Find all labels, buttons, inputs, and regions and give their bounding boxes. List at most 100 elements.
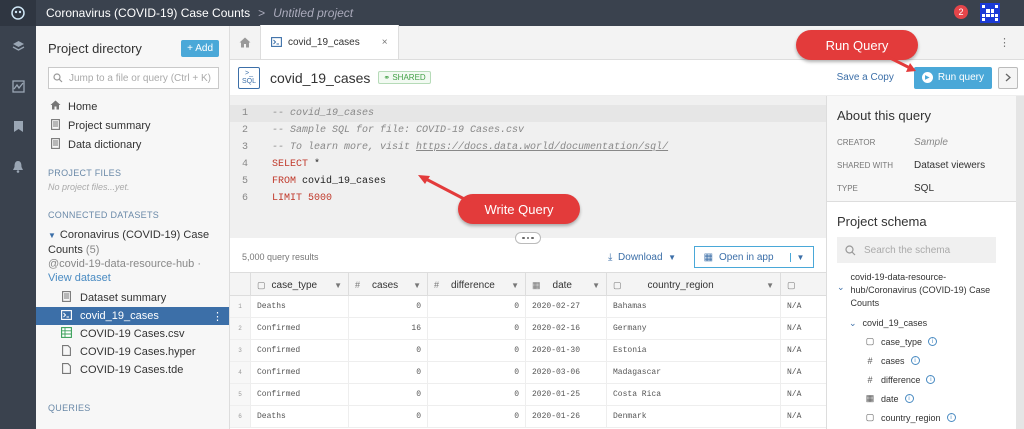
column-header-case-type[interactable]: ▢ case_type ▼: [251, 273, 349, 297]
bell-icon[interactable]: [0, 146, 36, 186]
chevron-down-icon[interactable]: ⌄: [837, 271, 845, 310]
table-cell[interactable]: 2020-01-25: [526, 384, 607, 405]
table-cell[interactable]: 0: [349, 296, 428, 317]
editor-line[interactable]: 1 -- covid_19_cases: [230, 105, 826, 122]
editor-line[interactable]: 3 -- To learn more, visit https://docs.d…: [230, 139, 826, 156]
chevron-down-icon[interactable]: ▼: [789, 252, 804, 262]
table-cell[interactable]: 2020-03-06: [526, 362, 607, 383]
file-covid-19-cases-tde[interactable]: COVID-19 Cases.tde: [36, 361, 229, 379]
chevron-down-icon[interactable]: ▼: [511, 281, 519, 290]
file-covid-19-cases-query[interactable]: covid_19_cases ⋮: [36, 307, 229, 325]
chevron-down-icon[interactable]: ▼: [592, 281, 600, 290]
chevron-down-icon[interactable]: ⌄: [849, 318, 857, 329]
sidebar-item-home[interactable]: Home: [36, 97, 229, 116]
schema-column[interactable]: # cases i: [837, 351, 1014, 370]
more-options-icon[interactable]: ⋮: [999, 36, 1010, 49]
sidebar-item-data-dictionary[interactable]: Data dictionary: [36, 135, 229, 154]
chevron-down-icon[interactable]: ▼: [766, 281, 774, 290]
run-query-button[interactable]: ▶ Run query: [913, 66, 992, 89]
editor-line[interactable]: 4 SELECT *: [230, 156, 826, 173]
open-in-app-button[interactable]: ▦ Open in app ▼: [694, 246, 814, 268]
editor-line[interactable]: 5 FROM covid_19_cases: [230, 173, 826, 190]
column-header-next[interactable]: ▢: [781, 273, 826, 297]
file-covid-19-cases-hyper[interactable]: COVID-19 Cases.hyper: [36, 343, 229, 361]
schema-column[interactable]: ▢ case_type i: [837, 332, 1014, 351]
view-dataset-link[interactable]: View dataset: [48, 272, 111, 284]
schema-dataset-node[interactable]: ⌄ covid-19-data-resource-hub/Coronavirus…: [837, 271, 1014, 310]
avatar[interactable]: [980, 3, 1000, 23]
chevron-down-icon[interactable]: ▼: [413, 281, 421, 290]
breadcrumb-project[interactable]: Untitled project: [273, 6, 353, 20]
table-cell[interactable]: Denmark: [607, 406, 781, 427]
editor-line[interactable]: 2 -- Sample SQL for file: COVID-19 Cases…: [230, 122, 826, 139]
table-cell[interactable]: N/A: [781, 296, 826, 317]
scrollbar[interactable]: [1016, 96, 1024, 429]
file-covid-19-cases-csv[interactable]: COVID-19 Cases.csv: [36, 325, 229, 343]
home-tab[interactable]: [230, 25, 260, 59]
table-cell[interactable]: 0: [428, 384, 526, 405]
column-header-country-region[interactable]: ▢ country_region ▼: [607, 273, 781, 297]
table-cell[interactable]: N/A: [781, 406, 826, 427]
close-icon[interactable]: ×: [382, 37, 388, 48]
table-cell[interactable]: Madagascar: [607, 362, 781, 383]
table-cell[interactable]: 0: [428, 318, 526, 339]
table-row[interactable]: 6 Deaths 0 0 2020-01-26 Denmark N/A: [230, 406, 826, 428]
table-cell[interactable]: 0: [428, 406, 526, 427]
download-button[interactable]: ⤓ Download ▼: [608, 252, 676, 263]
table-row[interactable]: 3 Confirmed 0 0 2020-01-30 Estonia N/A: [230, 340, 826, 362]
bookmark-icon[interactable]: [0, 106, 36, 146]
column-header-date[interactable]: ▦ date ▼: [526, 273, 607, 297]
table-cell[interactable]: Confirmed: [251, 340, 349, 361]
shared-with-value[interactable]: Dataset viewers: [914, 160, 985, 171]
column-header-difference[interactable]: # difference ▼: [428, 273, 526, 297]
table-cell[interactable]: 0: [349, 362, 428, 383]
table-cell[interactable]: 2020-02-27: [526, 296, 607, 317]
table-cell[interactable]: 0: [349, 406, 428, 427]
info-icon[interactable]: i: [928, 337, 938, 346]
table-cell[interactable]: Bahamas: [607, 296, 781, 317]
file-dataset-summary[interactable]: Dataset summary: [36, 289, 229, 307]
tab-covid-19-cases[interactable]: covid_19_cases ×: [260, 25, 399, 59]
schema-column[interactable]: ▢ country_region i: [837, 408, 1014, 427]
table-cell[interactable]: 2020-01-30: [526, 340, 607, 361]
table-cell[interactable]: Estonia: [607, 340, 781, 361]
table-cell[interactable]: Confirmed: [251, 318, 349, 339]
info-icon[interactable]: i: [926, 375, 936, 384]
info-icon[interactable]: i: [910, 356, 920, 365]
table-cell[interactable]: N/A: [781, 340, 826, 361]
table-cell[interactable]: 2020-02-16: [526, 318, 607, 339]
table-cell[interactable]: 0: [428, 362, 526, 383]
jump-search-input[interactable]: Jump to a file or query (Ctrl + K): [48, 67, 219, 89]
connected-dataset[interactable]: ▼ Coronavirus (COVID-19) Case Counts (5) …: [36, 224, 229, 289]
info-icon[interactable]: i: [904, 394, 914, 403]
table-cell[interactable]: 0: [349, 384, 428, 405]
chevron-right-icon[interactable]: [998, 66, 1018, 89]
table-cell[interactable]: N/A: [781, 362, 826, 383]
table-cell[interactable]: N/A: [781, 384, 826, 405]
column-header-cases[interactable]: # cases ▼: [349, 273, 428, 297]
docs-link[interactable]: https://docs.data.world/documentation/sq…: [416, 142, 668, 153]
add-button[interactable]: + Add: [181, 40, 219, 57]
schema-column[interactable]: ▦ date i: [837, 389, 1014, 408]
resize-handle[interactable]: [515, 232, 541, 244]
dataset-name[interactable]: Coronavirus (COVID-19) Case Counts: [48, 229, 209, 256]
table-cell[interactable]: 0: [428, 296, 526, 317]
table-cell[interactable]: 0: [428, 340, 526, 361]
table-cell[interactable]: Confirmed: [251, 362, 349, 383]
table-cell[interactable]: 0: [349, 340, 428, 361]
kebab-menu-icon[interactable]: ⋮: [212, 310, 223, 323]
table-cell[interactable]: 2020-01-26: [526, 406, 607, 427]
table-row[interactable]: 2 Confirmed 16 0 2020-02-16 Germany N/A: [230, 318, 826, 340]
dataworld-logo-icon[interactable]: [0, 0, 36, 26]
table-cell[interactable]: Deaths: [251, 296, 349, 317]
table-cell[interactable]: Costa Rica: [607, 384, 781, 405]
query-title[interactable]: covid_19_cases: [270, 70, 370, 86]
schema-table-node[interactable]: ⌄ covid_19_cases: [837, 314, 1014, 332]
table-cell[interactable]: Germany: [607, 318, 781, 339]
table-cell[interactable]: 16: [349, 318, 428, 339]
table-row[interactable]: 5 Confirmed 0 0 2020-01-25 Costa Rica N/…: [230, 384, 826, 406]
table-cell[interactable]: N/A: [781, 318, 826, 339]
schema-column[interactable]: # difference i: [837, 370, 1014, 389]
activity-icon[interactable]: [0, 66, 36, 106]
info-icon[interactable]: i: [946, 413, 956, 422]
